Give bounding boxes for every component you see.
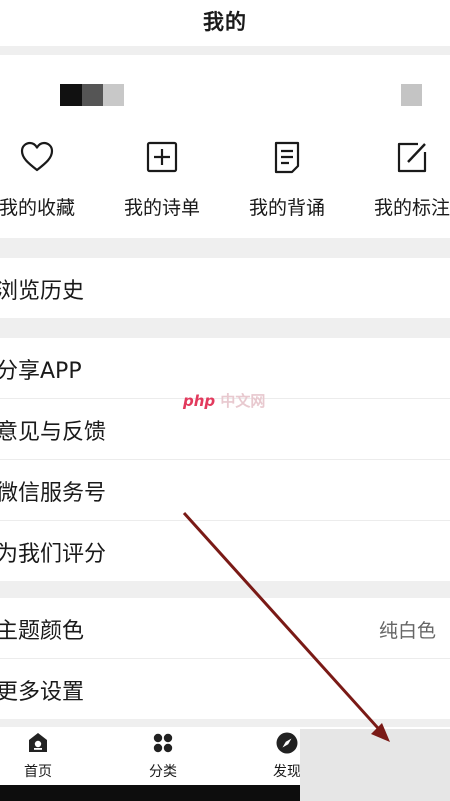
watermark-text: 中文网 bbox=[220, 392, 266, 410]
quick-poem-list[interactable]: 我的诗单 bbox=[97, 139, 227, 220]
document-icon bbox=[274, 141, 300, 174]
quick-favorites[interactable]: 我的收藏 bbox=[0, 139, 102, 220]
watermark-brand: php bbox=[183, 392, 216, 410]
app-header: 我的 bbox=[0, 0, 450, 46]
avatar-pixelated bbox=[82, 84, 103, 106]
menu-label: 微信服务号 bbox=[0, 481, 107, 506]
tab-home[interactable]: 首页 bbox=[8, 731, 68, 781]
quick-recite[interactable]: 我的背诵 bbox=[222, 139, 352, 220]
plus-square-icon bbox=[146, 141, 178, 173]
history-section: 浏览历史 bbox=[0, 258, 450, 318]
menu-label: 为我们评分 bbox=[0, 542, 107, 567]
blurred-overlay bbox=[300, 729, 450, 801]
avatar-pixelated[interactable] bbox=[60, 84, 82, 106]
menu-row-rate[interactable]: 为我们评分 bbox=[0, 521, 450, 581]
quick-label: 我的诗单 bbox=[123, 197, 200, 219]
general-section: 分享APP 意见与反馈 微信服务号 为我们评分 bbox=[0, 338, 450, 581]
quick-label: 我的收藏 bbox=[0, 197, 75, 219]
tab-label: 分类 bbox=[149, 764, 177, 780]
settings-section: 主题颜色 纯白色 更多设置 bbox=[0, 598, 450, 719]
compass-icon bbox=[276, 732, 298, 754]
quick-label: 我的背诵 bbox=[248, 197, 325, 219]
menu-row-wechat[interactable]: 微信服务号 bbox=[0, 460, 450, 521]
category-icon bbox=[153, 733, 173, 753]
menu-label: 分享APP bbox=[0, 359, 82, 384]
edit-icon bbox=[397, 142, 427, 173]
tab-label: 首页 bbox=[24, 764, 52, 780]
page-title: 我的 bbox=[203, 10, 247, 34]
tab-category[interactable]: 分类 bbox=[133, 731, 193, 781]
menu-label: 更多设置 bbox=[0, 680, 85, 705]
quick-label: 我的标注 bbox=[373, 197, 450, 219]
watermark: php 中文网 bbox=[183, 390, 265, 411]
avatar-pixelated bbox=[103, 84, 124, 106]
heart-icon bbox=[20, 141, 54, 172]
menu-label: 主题颜色 bbox=[0, 619, 85, 644]
menu-label: 意见与反馈 bbox=[0, 420, 107, 445]
profile-action-pixelated[interactable] bbox=[401, 84, 422, 106]
system-bottom-bar bbox=[0, 785, 300, 801]
profile-card: 我的收藏 我的诗单 我的背诵 我的标注 bbox=[0, 55, 450, 238]
home-icon bbox=[29, 733, 47, 752]
quick-annotations[interactable]: 我的标注 bbox=[347, 139, 450, 220]
theme-value: 纯白色 bbox=[378, 620, 436, 642]
menu-row-history[interactable]: 浏览历史 bbox=[0, 258, 450, 318]
menu-row-theme[interactable]: 主题颜色 纯白色 bbox=[0, 598, 450, 659]
menu-label: 浏览历史 bbox=[0, 279, 85, 304]
menu-row-more-settings[interactable]: 更多设置 bbox=[0, 659, 450, 719]
